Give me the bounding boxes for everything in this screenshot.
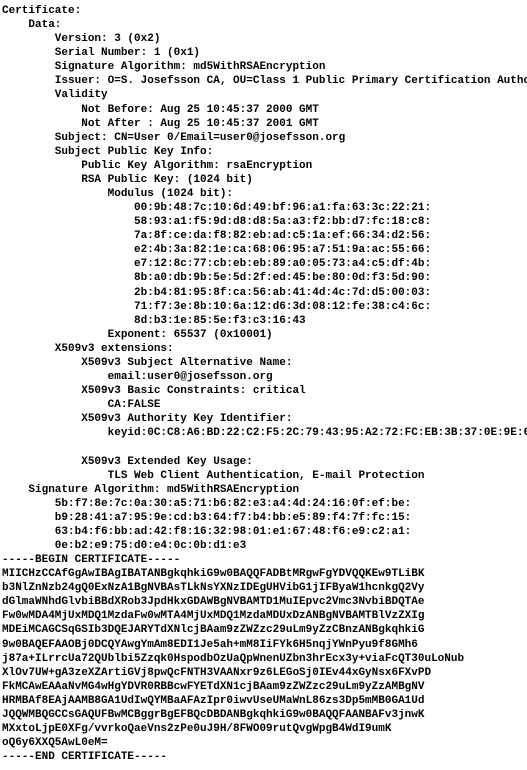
not-after-line: Not After : Aug 25 10:45:37 2001 GMT <box>2 118 319 130</box>
subject-line: Subject: CN=User 0/Email=user0@josefsson… <box>2 132 345 144</box>
modulus-chunk: 71:f7:3e:8b:10:6a:12:d6:3d:08:12:fe:38:c… <box>2 301 431 313</box>
certificate-text-dump: Certificate: Data: Version: 3 (0x2) Seri… <box>0 0 527 770</box>
not-before-line: Not Before: Aug 25 10:45:37 2000 GMT <box>2 104 319 116</box>
pem-line: HRMBAf8EAjAAMB8GA1UdIwQYMBaAFAzIpr0iwvUs… <box>2 695 424 707</box>
modulus-label: Modulus (1024 bit): <box>2 188 233 200</box>
modulus-chunk: 2b:b4:81:95:8f:ca:56:ab:41:4d:4c:7d:d5:0… <box>2 287 431 299</box>
spki-label: Subject Public Key Info: <box>2 146 213 158</box>
pem-line: JQQWMBQGCCsGAQUFBwMCBggrBgEFBQcDBDANBgkq… <box>2 709 424 721</box>
signature-chunk: 63:b4:f6:bb:ad:42:f8:16:32:98:01:e1:67:4… <box>2 526 411 538</box>
exponent-line: Exponent: 65537 (0x10001) <box>2 329 273 341</box>
pem-line: oQ6y6XXQ5AwL0eM= <box>2 737 108 749</box>
pem-line: MIICHzCCAfGgAwIBAgIBATANBgkqhkiG9w0BAQQF… <box>2 568 424 580</box>
issuer-line: Issuer: O=S. Josefsson CA, OU=Class 1 Pu… <box>2 75 527 87</box>
pem-line: dGlmaWNhdGlvbiBBdXRob3JpdHkxGDAWBgNVBAMT… <box>2 596 424 608</box>
cert-header: Certificate: <box>2 5 81 17</box>
signature-chunk: 0e:b2:e9:75:d0:e4:0c:0b:d1:e3 <box>2 540 246 552</box>
san-value: email:user0@josefsson.org <box>2 371 273 383</box>
modulus-chunk: 00:9b:48:7c:10:6d:49:bf:96:a1:fa:63:3c:2… <box>2 202 431 214</box>
signature-chunk: 5b:f7:8e:7c:0a:30:a5:71:b6:82:e3:a4:4d:2… <box>2 498 411 510</box>
pem-line: MDEiMCAGCSqGSIb3DQEJARYTdXNlcjBAam9zZWZz… <box>2 624 424 636</box>
aki-value: keyid:0C:C8:A6:BD:22:C2:F5:2C:79:43:95:A… <box>2 427 527 439</box>
modulus-chunk: 8b:a0:db:9b:5e:5d:2f:ed:45:be:80:0d:f3:5… <box>2 272 431 284</box>
modulus-chunk: 8d:b3:1e:85:5e:f3:c3:16:43 <box>2 315 306 327</box>
pem-line: j87a+ILrrcUa72QUblbi5Zzqk0HspodbOzUaQpWn… <box>2 653 464 665</box>
san-label: X509v3 Subject Alternative Name: <box>2 357 299 369</box>
modulus-chunk: 7a:8f:ce:da:f8:82:eb:ad:c5:1a:ef:66:34:d… <box>2 230 431 242</box>
pem-line: b3NlZnNzb24gQ0ExNzA1BgNVBAsTLkNsYXNzIDEg… <box>2 582 424 594</box>
validity-label: Validity <box>2 89 108 101</box>
pem-line: XlOv7UW+gA3zeXZArtiGVj8pwQcFNTH3VAANxr9z… <box>2 667 431 679</box>
version-line: Version: 3 (0x2) <box>2 33 160 45</box>
pem-line: MXxtoLjpE0XFg/vvrkoQaeVns2zPe0uJ9H/8FWO0… <box>2 723 391 735</box>
sig-alg-line: Signature Algorithm: md5WithRSAEncryptio… <box>2 61 325 73</box>
end-certificate-marker: -----END CERTIFICATE----- <box>2 751 167 763</box>
pubkey-alg-line: Public Key Algorithm: rsaEncryption <box>2 160 312 172</box>
eku-label: X509v3 Extended Key Usage: <box>2 456 259 468</box>
data-label: Data: <box>2 19 61 31</box>
begin-certificate-marker: -----BEGIN CERTIFICATE----- <box>2 554 180 566</box>
pem-line: FkMCAwEAAaNvMG4wHgYDVR0RBBcwFYETdXN1cjBA… <box>2 681 424 693</box>
sig-alg-line-2: Signature Algorithm: md5WithRSAEncryptio… <box>2 484 299 496</box>
modulus-chunk: 58:93:a1:f5:9d:d8:d8:5a:a3:f2:bb:d7:fc:1… <box>2 216 431 228</box>
eku-value: TLS Web Client Authentication, E-mail Pr… <box>2 470 424 482</box>
aki-label: X509v3 Authority Key Identifier: <box>2 413 299 425</box>
pem-line: Fw0wMDA4MjUxMDQ1MzdaFw0wMTA4MjUxMDQ1Mzda… <box>2 610 424 622</box>
basic-constraints-label: X509v3 Basic Constraints: critical <box>2 385 306 397</box>
modulus-chunk: e7:12:8c:77:cb:eb:eb:89:a0:05:73:a4:c5:d… <box>2 258 431 270</box>
modulus-chunk: e2:4b:3a:82:1e:ca:68:06:95:a7:51:9a:ac:5… <box>2 244 431 256</box>
pem-line: 9w0BAQEFAAOBj0DCQYAwgYmAm8EDI1Je5ah+mM8I… <box>2 639 418 651</box>
rsa-label: RSA Public Key: (1024 bit) <box>2 174 253 186</box>
signature-chunk: b9:28:41:a7:95:9e:cd:b3:64:f7:b4:bb:e5:8… <box>2 512 411 524</box>
serial-line: Serial Number: 1 (0x1) <box>2 47 200 59</box>
ca-false-line: CA:FALSE <box>2 399 160 411</box>
extensions-label: X509v3 extensions: <box>2 343 174 355</box>
